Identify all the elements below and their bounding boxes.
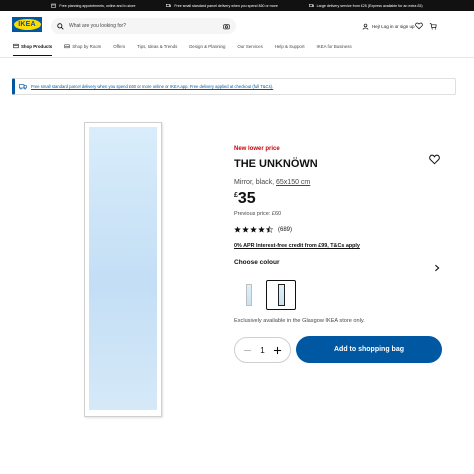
ikea-logo[interactable]: IKEA (12, 17, 42, 32)
truck-icon (308, 4, 314, 7)
colour-swatch-white[interactable] (234, 280, 264, 310)
finance-link[interactable]: 0% APR Interest-free credit from £99, T&… (234, 243, 360, 249)
mirror-glass (89, 127, 157, 410)
decrease-button[interactable] (241, 344, 254, 357)
product-size-link[interactable]: 65x150 cm (276, 179, 310, 186)
logo-text: IKEA (18, 21, 36, 28)
nav-label: IKEA for Business (316, 44, 352, 49)
nav-label: Design & Planning (189, 44, 226, 49)
chevron-right-icon[interactable] (433, 264, 441, 272)
swatch-image (246, 284, 252, 306)
search-input[interactable]: What are you looking for? (51, 18, 236, 34)
truck-icon (166, 4, 172, 7)
login-link[interactable]: Hej! Log in or sign up (362, 23, 415, 30)
room-icon (64, 44, 70, 49)
camera-icon[interactable] (223, 23, 230, 30)
nav-label: Shop by Room (72, 44, 102, 49)
promo-text: Large delivery service from £25 (Express… (316, 3, 423, 8)
notice-link[interactable]: Free small standard parcel delivery when… (31, 84, 273, 89)
promo-bar: Free planning appointments, online and i… (0, 0, 474, 11)
add-to-bag-button[interactable]: Add to shopping bag (296, 336, 442, 363)
minus-icon (243, 349, 252, 351)
price-value: 35 (237, 190, 256, 207)
cart-icon[interactable] (429, 22, 437, 30)
login-label: Hej! Log in or sign up (372, 24, 415, 29)
nav-label: Our Services (237, 44, 263, 49)
nav-item-tips[interactable]: Tips, Ideas & Trends (137, 41, 177, 57)
nav-item-services[interactable]: Our Services (237, 41, 262, 57)
nav-label: Help & Support (274, 44, 305, 49)
nav-item-shop-by-room[interactable]: Shop by Room (64, 41, 101, 57)
nav-item-business[interactable]: IKEA for Business (317, 41, 352, 57)
previous-price: Previous price: £60 (234, 211, 282, 217)
nav-label: Tips, Ideas & Trends (137, 44, 178, 49)
nav-divider (0, 57, 474, 58)
main-nav: Shop Products Shop by Room Offers Tips, … (13, 41, 364, 57)
product-title: THE UNKNÖWN (234, 158, 318, 170)
nav-item-shop-products[interactable]: Shop Products (13, 41, 53, 56)
quantity-stepper: 1 (234, 337, 291, 363)
quantity-value[interactable]: 1 (260, 346, 264, 355)
product-description: Mirror, black, (234, 179, 275, 186)
star-icon (258, 226, 265, 233)
search-placeholder: What are you looking for? (69, 23, 126, 29)
nav-label: Offers (113, 44, 126, 49)
half-star-icon (266, 226, 273, 233)
star-icon (242, 226, 249, 233)
truck-icon (19, 83, 27, 90)
site-header: IKEA What are you looking for? Hej! Log … (0, 11, 474, 41)
star-icon (250, 226, 257, 233)
promo-text: Free planning appointments, online and i… (59, 3, 136, 8)
increase-button[interactable] (271, 344, 284, 357)
heart-icon[interactable] (415, 22, 423, 30)
review-count: (689) (278, 226, 293, 233)
availability-note: Exclusively available in the Glasgow IKE… (234, 318, 365, 324)
colour-heading: Choose colour (234, 259, 280, 266)
product-image[interactable] (84, 122, 162, 417)
rating-stars[interactable]: (689) (234, 226, 292, 233)
nav-label: Shop Products (21, 44, 53, 49)
star-icon (234, 226, 241, 233)
colour-swatch-black[interactable] (266, 280, 296, 310)
plus-icon (273, 346, 282, 354)
product-price: £ 35 (234, 190, 256, 207)
calendar-icon (51, 3, 57, 8)
nav-item-design[interactable]: Design & Planning (189, 41, 225, 57)
promo-item-large-delivery[interactable]: Large delivery service from £25 (Express… (308, 3, 423, 8)
menu-icon (13, 43, 19, 49)
swatch-image (277, 284, 285, 306)
promo-item-planning[interactable]: Free planning appointments, online and i… (51, 3, 136, 8)
product-subtitle: Mirror, black, 65x150 cm (234, 179, 310, 186)
user-icon (362, 23, 369, 30)
search-icon (57, 22, 64, 30)
price-badge: New lower price (234, 146, 280, 152)
delivery-notice: Free small standard parcel delivery when… (12, 78, 456, 95)
nav-item-offers[interactable]: Offers (113, 41, 125, 57)
favourite-heart-icon[interactable] (429, 154, 440, 165)
nav-item-help[interactable]: Help & Support (275, 41, 305, 57)
promo-item-parcel[interactable]: Free small standard parcel delivery when… (166, 3, 278, 8)
promo-text: Free small standard parcel delivery when… (174, 3, 278, 8)
